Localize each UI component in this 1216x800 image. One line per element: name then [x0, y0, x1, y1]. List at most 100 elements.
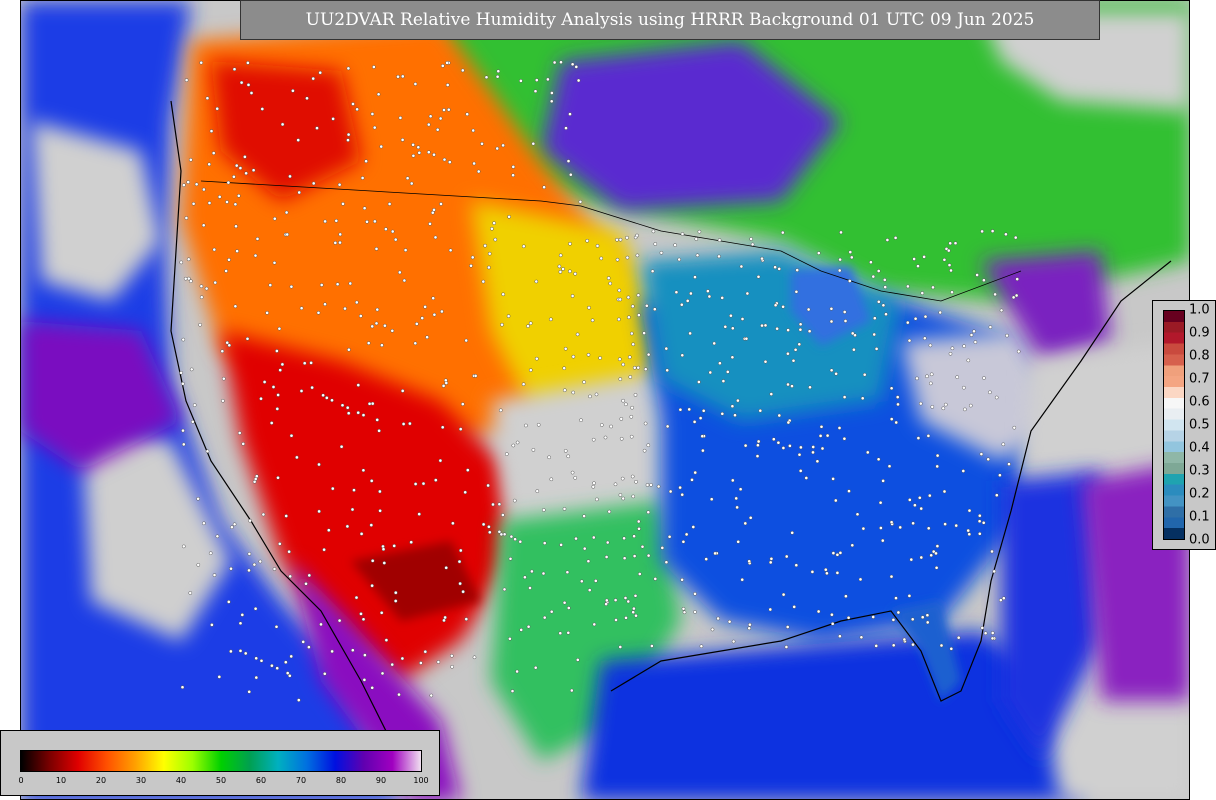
observation-point	[390, 328, 395, 333]
observation-point	[994, 395, 999, 400]
observation-point	[400, 389, 405, 393]
observation-point	[370, 559, 375, 563]
observation-point	[346, 66, 351, 71]
observation-point	[440, 64, 445, 68]
observation-point	[591, 437, 596, 442]
observation-point	[447, 160, 452, 164]
observation-point	[619, 417, 624, 421]
observation-point	[862, 372, 867, 377]
observation-point	[274, 625, 279, 629]
observation-point	[692, 420, 697, 424]
observation-point	[750, 242, 755, 247]
observation-point	[842, 395, 847, 399]
increment-tick-label: 0.2	[1189, 486, 1210, 502]
observation-point	[335, 282, 340, 287]
observation-point	[949, 268, 953, 273]
increment-colorbar-panel: 1.0 0.9 0.8 0.7 0.6 0.5 0.4 0.3 0.2 0.1 0.0	[1152, 300, 1216, 550]
observation-point	[858, 577, 863, 582]
observation-point	[866, 450, 870, 455]
observation-point	[570, 62, 575, 67]
observation-point	[950, 346, 955, 351]
observation-point	[558, 270, 563, 274]
observation-point	[511, 165, 516, 169]
observation-point	[731, 478, 735, 483]
observation-point	[513, 537, 517, 542]
observation-point	[261, 512, 266, 517]
observation-point	[896, 610, 901, 615]
observation-point	[613, 482, 618, 487]
observation-point	[239, 80, 244, 85]
observation-point	[481, 279, 486, 284]
observation-point	[321, 393, 325, 398]
observation-point	[470, 255, 475, 260]
observation-point	[442, 157, 447, 162]
observation-point	[617, 288, 622, 293]
observation-point	[426, 122, 431, 127]
observation-point	[432, 312, 437, 317]
observation-point	[423, 305, 427, 309]
observation-point	[911, 521, 915, 526]
observation-point	[950, 290, 954, 295]
observation-point	[299, 306, 304, 311]
observation-point	[701, 408, 706, 413]
observation-point	[535, 489, 540, 493]
observation-point	[483, 243, 487, 248]
observation-point	[207, 162, 211, 167]
observation-point	[370, 686, 375, 690]
increment-tick-label: 1.0	[1189, 302, 1210, 318]
observation-point	[975, 273, 979, 277]
observation-point	[465, 112, 470, 116]
observation-point	[528, 586, 532, 590]
observation-point	[894, 420, 899, 425]
observation-point	[413, 341, 418, 346]
observation-point	[695, 253, 700, 258]
observation-point	[916, 264, 920, 268]
observation-point	[334, 218, 339, 223]
observation-point	[969, 333, 974, 337]
observation-point	[990, 549, 994, 554]
observation-point	[210, 623, 214, 627]
observation-point	[208, 551, 213, 556]
observation-point	[698, 416, 703, 420]
observation-point	[370, 401, 375, 406]
observation-point	[409, 540, 414, 545]
observation-point	[346, 138, 350, 142]
observation-point	[808, 385, 812, 390]
observation-point	[920, 291, 925, 295]
observation-point	[260, 107, 265, 111]
observation-point	[519, 628, 524, 632]
observation-point	[923, 336, 927, 341]
observation-point	[471, 128, 476, 133]
observation-point	[790, 531, 795, 535]
observation-point	[211, 151, 216, 155]
humidity-map[interactable]	[21, 1, 1190, 800]
observation-point	[794, 563, 799, 568]
observation-point	[259, 659, 264, 663]
observation-point	[245, 336, 250, 341]
observation-point	[268, 283, 273, 287]
observation-point	[280, 122, 285, 127]
observation-point	[384, 227, 388, 231]
observation-point	[511, 443, 516, 448]
observation-point	[656, 484, 661, 489]
observation-point	[693, 275, 697, 279]
observation-point	[636, 293, 641, 298]
observation-point	[947, 248, 951, 253]
observation-point	[189, 367, 194, 372]
observation-point	[345, 405, 350, 410]
observation-point	[428, 114, 433, 119]
observation-point	[659, 250, 664, 255]
observation-point	[361, 617, 366, 622]
observation-point	[378, 508, 382, 513]
observation-point	[549, 99, 554, 104]
observation-point	[359, 612, 363, 616]
observation-point	[795, 268, 800, 272]
observation-point	[843, 319, 848, 323]
observation-point	[221, 376, 226, 381]
observation-point	[878, 500, 883, 505]
observation-point	[810, 570, 815, 574]
observation-point	[615, 257, 620, 262]
observation-point	[518, 539, 523, 544]
observation-point	[942, 489, 947, 494]
observation-point	[378, 489, 382, 494]
